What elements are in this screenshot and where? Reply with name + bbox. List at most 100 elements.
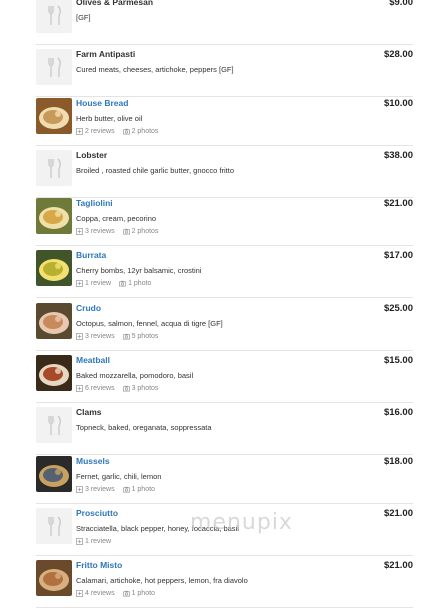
food-photo[interactable] [36,355,72,391]
photos-link[interactable]: 3 photos [122,385,158,392]
review-icon [76,590,83,597]
reviews-link[interactable]: 3 reviews [76,486,115,493]
item-name[interactable]: House Bread [76,98,128,108]
item-description: Cured meats, cheeses, artichoke, peppers… [76,65,234,74]
item-name[interactable]: Mussels [76,456,110,466]
food-photo[interactable] [36,98,72,134]
food-photo[interactable] [36,303,72,339]
reviews-count: 4 reviews [85,590,115,597]
item-meta: 1 review [76,538,119,547]
camera-icon [122,333,130,340]
item-description: Calamari, artichoke, hot peppers, lemon,… [76,576,248,585]
review-icon [76,228,83,235]
photos-count: 2 photos [131,228,159,235]
item-meta: 3 reviews 1 photo [76,486,163,495]
photos-link[interactable]: 2 photos [122,228,159,235]
item-photo-placeholder [36,150,72,186]
item-price: $21.00 [383,560,413,571]
item-photo[interactable] [36,303,72,339]
item-meta: 2 reviews 2 photos [76,128,166,137]
fork-knife-icon [36,150,72,186]
reviews-count: 3 reviews [85,228,115,235]
reviews-link[interactable]: 1 review [76,538,111,545]
food-photo[interactable] [36,198,72,234]
item-name: Farm Antipasti [76,49,136,59]
item-photo[interactable] [36,198,72,234]
item-price: $25.00 [383,303,413,314]
reviews-link[interactable]: 3 reviews [76,228,115,235]
reviews-count: 2 reviews [85,128,115,135]
camera-icon [122,590,130,597]
reviews-count: 1 review [85,538,112,545]
item-name: Lobster [76,150,108,160]
review-icon [76,128,83,135]
camera-icon [119,280,126,287]
item-photo-placeholder [36,0,72,33]
fork-knife-icon [36,49,72,85]
item-name[interactable]: Crudo [76,303,101,313]
reviews-link[interactable]: 1 review [76,280,111,287]
photos-count: 5 photos [131,333,159,340]
item-photo[interactable] [36,355,72,391]
item-price: $9.00 [389,0,413,8]
reviews-link[interactable]: 2 reviews [76,128,115,135]
camera-icon [122,385,130,392]
reviews-count: 1 review [85,280,112,287]
item-name[interactable]: Meatball [76,355,110,365]
reviews-link[interactable]: 3 reviews [76,333,115,340]
item-photo-placeholder [36,508,72,544]
item-meta: 3 reviews 5 photos [76,333,166,342]
item-name[interactable]: Fritto Misto [76,560,122,570]
photos-count: 1 photo [131,590,155,597]
item-meta: 1 review 1 photo [76,280,159,289]
item-price: $10.00 [383,98,413,109]
review-icon [76,333,83,340]
food-photo[interactable] [36,456,72,492]
item-photo[interactable] [36,560,72,596]
item-name[interactable]: Prosciutto [76,508,118,518]
menu-item: Crudo $25.00 Octopus, salmon, fennel, acqu… [36,298,413,351]
item-name[interactable]: Burrata [76,250,106,260]
item-description: Topneck, baked, oreganata, soppressata [76,423,212,432]
menu-item: Fritto Misto $21.00 Calamari, artichoke, h… [36,555,413,608]
camera-icon [122,228,130,235]
item-meta: 4 reviews 1 photo [76,590,163,599]
photos-count: 2 photos [131,128,159,135]
reviews-link[interactable]: 6 reviews [76,385,115,392]
menu-item: House Bread $10.00 Herb butter, olive oil 2… [36,93,413,146]
menu-item: Burrata $17.00 Cherry bombs, 12yr balsamic… [36,245,413,298]
fork-knife-icon [36,508,72,544]
item-meta: 6 reviews 3 photos [76,385,166,394]
item-photo[interactable] [36,250,72,286]
photos-link[interactable]: 2 photos [122,128,159,135]
item-price: $38.00 [383,150,413,161]
review-icon [76,385,83,392]
food-photo[interactable] [36,250,72,286]
item-name[interactable]: Tagliolini [76,198,113,208]
review-icon [76,538,83,545]
photos-link[interactable]: 1 photo [119,280,151,287]
photos-link[interactable]: 1 photo [122,486,155,493]
item-price: $16.00 [383,407,413,418]
menu-item: Clams $16.00 Topneck, baked, oreganata, so… [36,402,413,455]
menu-item: Prosciutto $21.00 Stracciatella, black pep… [36,503,413,556]
review-icon [76,280,83,287]
review-icon [76,486,83,493]
photos-link[interactable]: 1 photo [122,590,155,597]
menu-item: Lobster $38.00 Broiled , roasted chile gar… [36,145,413,198]
camera-icon [122,128,130,135]
camera-icon [122,486,130,493]
reviews-count: 3 reviews [85,486,115,493]
item-photo[interactable] [36,98,72,134]
menu-item: Farm Antipasti $28.00 Cured meats, cheeses… [36,44,413,97]
reviews-link[interactable]: 4 reviews [76,590,115,597]
photos-link[interactable]: 5 photos [122,333,159,340]
food-photo[interactable] [36,560,72,596]
item-meta: 3 reviews 2 photos [76,228,166,237]
fork-knife-icon [36,407,72,443]
reviews-count: 6 reviews [85,385,115,392]
item-description: Herb butter, olive oil [76,114,143,123]
menu-item: Tagliolini $21.00 Coppa, cream, pecorino 3 … [36,193,413,246]
item-price: $17.00 [383,250,413,261]
item-photo[interactable] [36,456,72,492]
